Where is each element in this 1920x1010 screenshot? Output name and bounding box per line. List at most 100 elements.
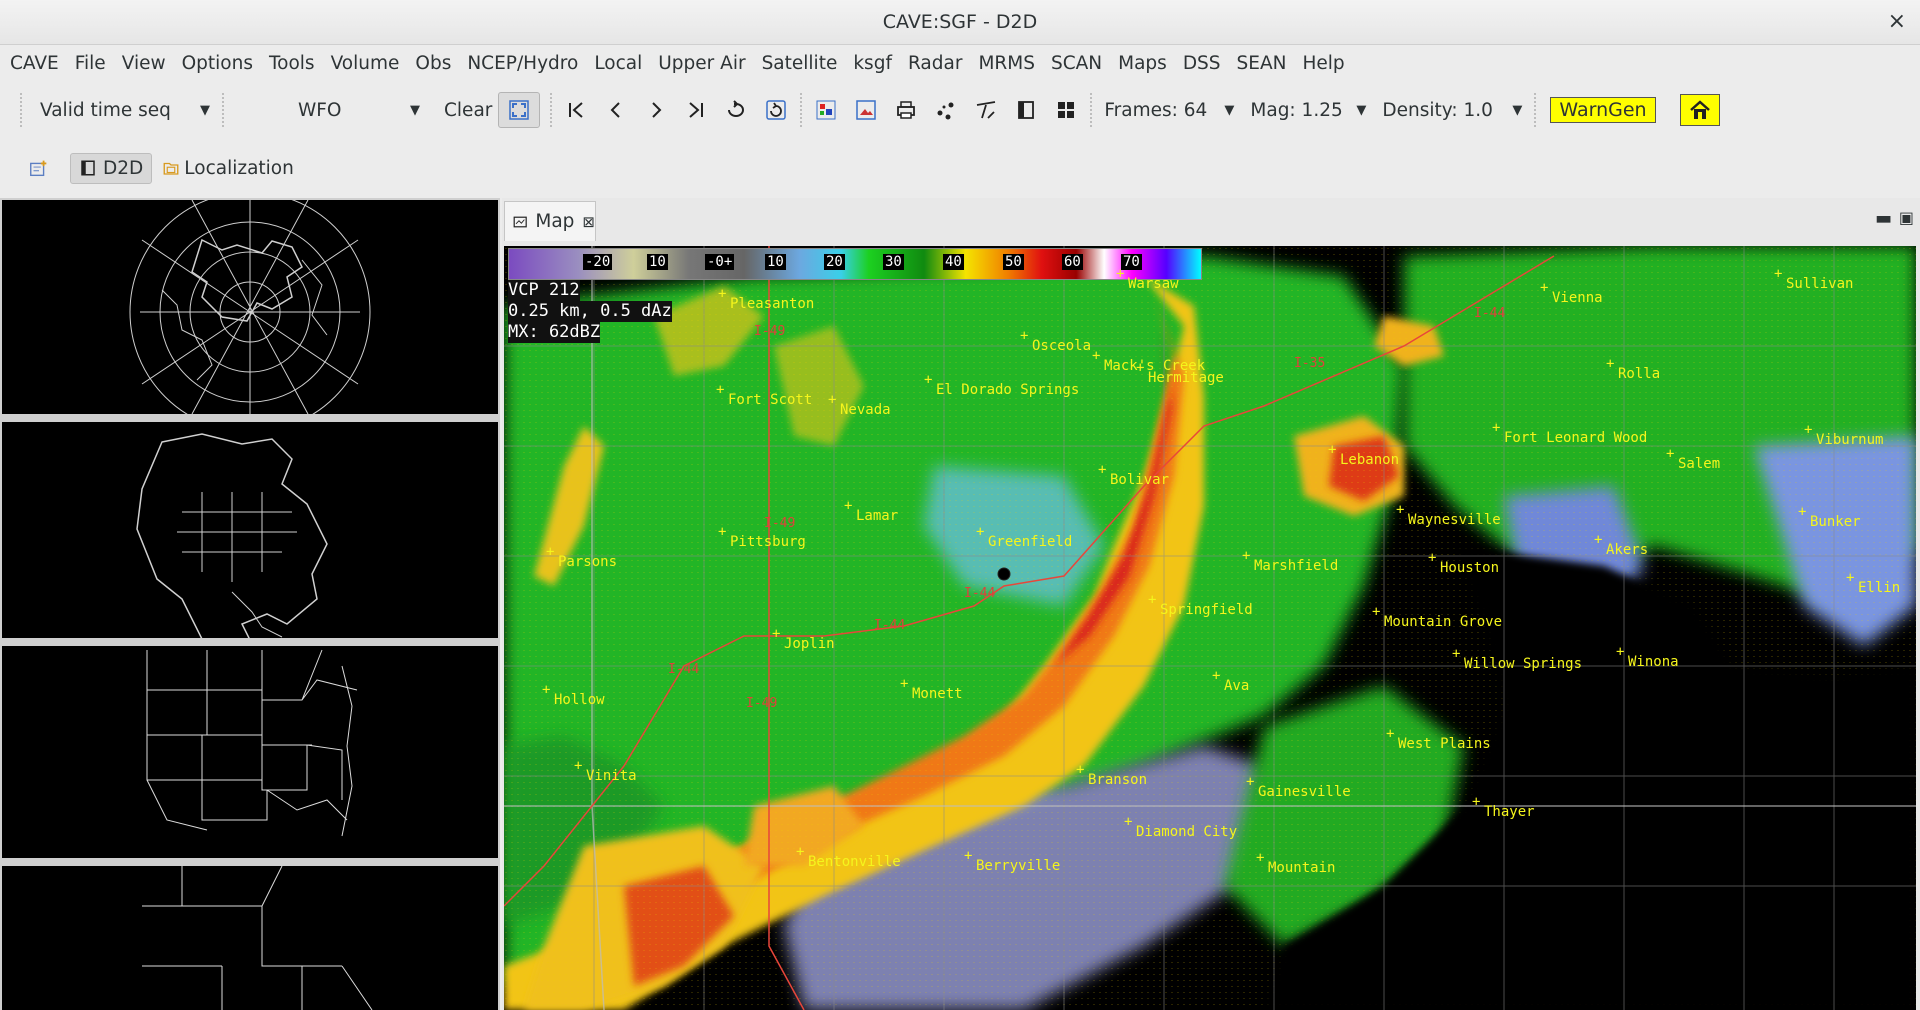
town-label: Osceola [1020,328,1091,354]
menu-ksgf[interactable]: ksgf [845,53,900,74]
localization-perspective-button[interactable]: Localization [156,154,300,183]
menu-dss[interactable]: DSS [1175,53,1229,74]
town-label: Warsaw [1116,266,1178,292]
refresh-button[interactable] [756,92,796,128]
town-label: Winona [1616,644,1678,670]
single-panel-button[interactable] [1006,92,1046,128]
menu-cave[interactable]: CAVE [2,53,67,74]
density-value: Density: 1.0 [1382,99,1493,121]
minimize-icon[interactable]: ▬ [1875,208,1892,229]
conus-map [146,649,358,837]
home-button[interactable] [1679,94,1720,126]
town-label: Vienna [1540,280,1602,306]
last-frame-icon [689,102,704,118]
baselines-button[interactable] [966,92,1006,128]
maximize-icon[interactable]: ▣ [1899,208,1914,227]
highway-label: I-49 [746,696,778,711]
localization-label: Localization [184,157,294,179]
menu-tools[interactable]: Tools [261,53,323,74]
print-button[interactable] [886,92,926,128]
frames-select[interactable]: Frames: 64 ▼ [1096,93,1242,127]
points-button[interactable] [926,92,966,128]
chevron-down-icon: ▼ [1512,102,1523,118]
full-screen-button[interactable] [498,92,541,128]
menu-radar[interactable]: Radar [900,53,970,74]
menu-scan[interactable]: SCAN [1043,53,1110,74]
menu-upper-air[interactable]: Upper Air [650,53,753,74]
refresh-icon [766,100,787,120]
town-label: Greenfield [976,524,1072,550]
color-table-icon [816,100,836,120]
colorbar-label: -20 [583,254,613,270]
colorbar-label: 10 [647,254,668,270]
reflectivity-color-bar: -20 10 -0+ 10 20 30 40 50 60 70 [508,248,1202,280]
menu-volume[interactable]: Volume [323,53,408,74]
scale-select[interactable]: WFO ▼ [228,93,428,127]
pane-conus[interactable] [2,646,498,858]
menu-view[interactable]: View [114,53,174,74]
last-frame-button[interactable] [676,92,716,128]
menu-file[interactable]: File [67,53,114,74]
menu-options[interactable]: Options [174,53,261,74]
town-label: Diamond City [1124,814,1237,840]
image-properties-button[interactable] [846,92,886,128]
main-toolbar: Valid time seq ▼ WFO ▼ Clear Frames: 64 … [0,88,1920,132]
north-america-map [136,433,328,638]
menu-obs[interactable]: Obs [407,53,459,74]
tab-close-icon[interactable]: ⊠ [582,213,595,231]
prev-frame-button[interactable] [596,92,636,128]
colorbar-label: 40 [943,254,964,270]
town-label: Rolla [1606,356,1660,382]
tab-label: Map [535,211,575,232]
chevron-down-icon: ▼ [200,102,210,118]
open-perspective-icon[interactable] [28,157,50,179]
pane-north-america[interactable] [2,422,498,638]
next-frame-icon [652,102,662,118]
chevron-down-icon: ▼ [1356,102,1367,118]
menu-ncep-hydro[interactable]: NCEP/Hydro [459,53,586,74]
town-label: Bentonville [796,844,901,870]
town-label: Akers [1594,532,1648,558]
town-label: Nevada [828,392,890,418]
first-frame-button[interactable] [556,92,596,128]
title-bar: CAVE:SGF - D2D × [0,0,1920,45]
menu-mrms[interactable]: MRMS [970,53,1043,74]
colorbar-label: 50 [1003,254,1024,270]
menu-sean[interactable]: SEAN [1229,53,1295,74]
baselines-icon [977,101,996,119]
colorbar-label: 20 [824,254,845,270]
points-icon [937,102,954,120]
menu-maps[interactable]: Maps [1110,53,1175,74]
color-table-button[interactable] [806,92,846,128]
town-label: Sullivan [1774,266,1854,292]
radar-map-canvas[interactable]: -20 10 -0+ 10 20 30 40 50 60 70 VCP 212 … [504,246,1916,1010]
home-icon [1689,100,1710,119]
menu-help[interactable]: Help [1294,53,1352,74]
clear-button[interactable]: Clear [438,100,498,121]
menu-satellite[interactable]: Satellite [754,53,846,74]
loop-button[interactable] [716,92,756,128]
density-select[interactable]: Density: 1.0 ▼ [1374,93,1530,127]
warngen-button[interactable]: WarnGen [1550,97,1656,123]
first-frame-icon [569,102,584,118]
localization-icon [163,162,179,175]
next-frame-button[interactable] [636,92,676,128]
town-label: Monett [900,676,962,702]
pane-regional[interactable] [2,866,498,1010]
town-label: Fort Leonard Wood [1492,420,1647,446]
time-mode-select[interactable]: Valid time seq ▼ [26,93,218,127]
town-label: Salem [1666,446,1720,472]
four-panel-button[interactable] [1046,92,1086,128]
mag-select[interactable]: Mag: 1.25 ▼ [1242,93,1374,127]
menu-local[interactable]: Local [586,53,650,74]
d2d-perspective-button[interactable]: D2D [70,152,153,184]
tab-map[interactable]: Map ⊠ [504,201,596,241]
town-label: Mountain [1256,850,1336,876]
pane-northern-hemisphere[interactable] [2,200,498,414]
town-label: Branson [1076,762,1147,788]
town-label: Mack's Creek [1092,348,1205,374]
highway-label: I-49 [754,324,786,339]
town-label: Thayer [1472,794,1534,820]
close-icon[interactable]: × [1888,9,1906,34]
town-label: Gainesville [1246,774,1351,800]
